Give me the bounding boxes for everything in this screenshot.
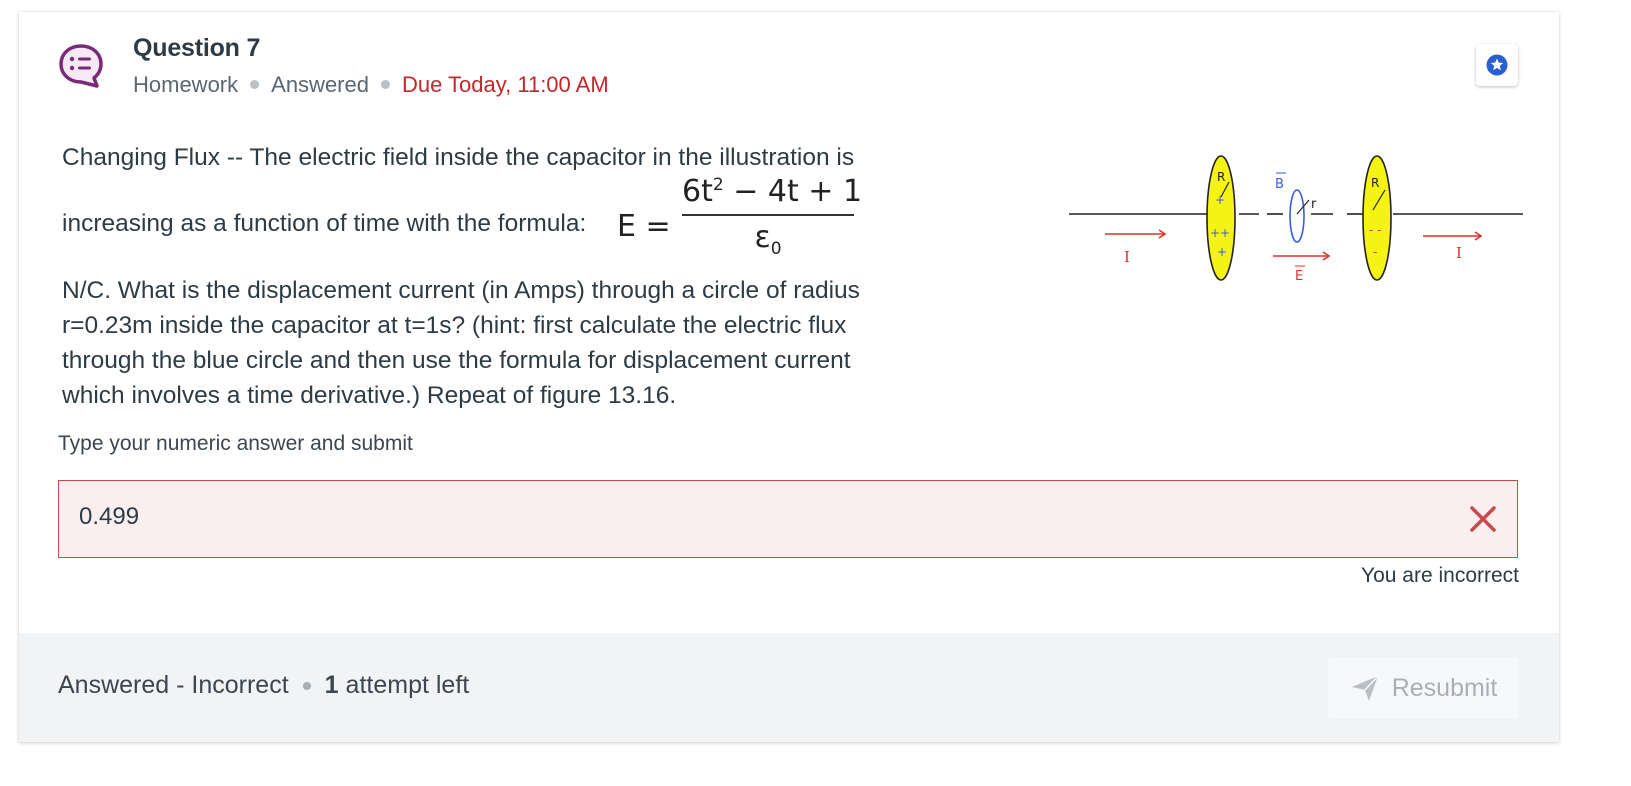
attempts-count: 1	[324, 671, 339, 699]
send-icon	[1351, 675, 1379, 701]
separator-dot	[250, 79, 260, 89]
question-line: through the blue circle and then use the…	[62, 347, 851, 374]
radius-label: r	[1311, 197, 1317, 212]
answer-status: Answered - Incorrect 1 attempt left	[58, 671, 469, 700]
svg-text:- -: - -	[1369, 223, 1381, 237]
attempts-label: attempt left	[345, 671, 470, 699]
answer-value[interactable]: 0.499	[79, 503, 139, 531]
separator-dot	[380, 79, 390, 89]
question-line: N/C. What is the displacement current (i…	[62, 277, 860, 304]
formula-denominator: ε0	[754, 219, 782, 259]
question-card: Question 7 Homework Answered Due Today, …	[19, 12, 1559, 742]
answer-prompt: Type your numeric answer and submit	[58, 432, 413, 455]
question-title: Question 7	[133, 34, 261, 62]
fraction-bar	[682, 214, 854, 216]
current-left-label: I	[1124, 248, 1130, 266]
svg-text:+: +	[1215, 193, 1225, 207]
svg-text:++: ++	[1210, 226, 1230, 240]
answer-input[interactable]: 0.499	[58, 480, 1518, 558]
plate-left-label: R	[1217, 170, 1225, 184]
due-date: Due Today, 11:00 AM	[401, 72, 609, 97]
e-field-label: E	[1295, 269, 1303, 284]
formula-lhs: E =	[617, 209, 671, 244]
current-right-label: I	[1456, 244, 1462, 262]
svg-text:-: -	[1373, 245, 1377, 259]
capacitor-illustration: R + ++ + R - - - r B I I E	[1067, 152, 1527, 302]
star-icon	[1486, 54, 1508, 76]
formula-line: increasing as a function of time with th…	[62, 167, 922, 259]
plate-right-label: R	[1371, 176, 1379, 190]
question-meta: Homework Answered Due Today, 11:00 AM	[133, 72, 609, 98]
resubmit-button[interactable]: Resubmit	[1328, 657, 1519, 719]
question-category: Homework	[133, 72, 239, 97]
feedback-message: You are incorrect	[1361, 564, 1519, 587]
question-state: Answered	[271, 72, 369, 97]
question-footer: Answered - Incorrect 1 attempt left Resu…	[19, 633, 1559, 742]
question-text: Changing Flux -- The electric field insi…	[62, 140, 922, 413]
separator-dot	[302, 681, 311, 690]
bookmark-button[interactable]	[1476, 44, 1518, 86]
b-field-label: B	[1275, 177, 1284, 192]
status-text: Answered - Incorrect	[58, 671, 289, 699]
question-line: increasing as a function of time with th…	[62, 210, 587, 237]
svg-text:+: +	[1217, 245, 1227, 259]
resubmit-label: Resubmit	[1391, 673, 1498, 702]
question-line: r=0.23m inside the capacitor at t=1s? (h…	[62, 312, 847, 339]
question-chat-icon	[57, 42, 105, 90]
close-icon	[1470, 506, 1496, 532]
question-line: which involves a time derivative.) Repea…	[62, 382, 677, 409]
formula-fraction: 6t2 − 4t + 1 ε0	[682, 167, 863, 267]
formula-numerator: 6t2 − 4t + 1	[682, 174, 863, 209]
